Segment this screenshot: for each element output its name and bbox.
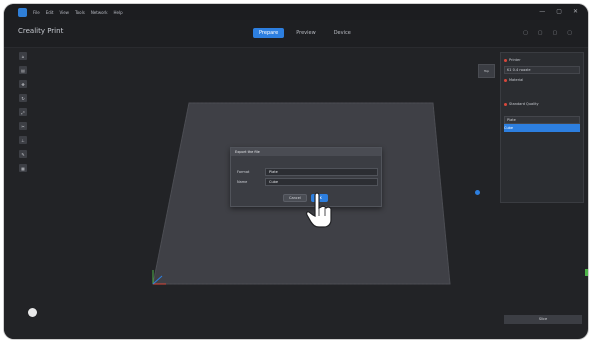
tab-device[interactable]: Device <box>328 28 357 38</box>
window-controls: — ▢ ✕ <box>539 8 578 16</box>
material-icon <box>504 78 507 82</box>
top-tool-icon[interactable]: ▢ <box>523 30 528 36</box>
tab-prepare[interactable]: Prepare <box>253 28 285 38</box>
menu-item-tools[interactable]: Tools <box>75 10 85 15</box>
app-logo-icon <box>18 7 27 17</box>
object-name-selected: Cube <box>504 126 514 130</box>
gizmo-dot[interactable] <box>475 190 480 195</box>
app-window: File Edit View Tools Network Help — ▢ ✕ … <box>4 4 588 339</box>
name-label: Name <box>237 180 248 184</box>
minimize-button[interactable]: — <box>539 8 545 16</box>
material-label: Material <box>509 78 524 82</box>
printer-row[interactable]: Printer <box>504 56 580 64</box>
cancel-button[interactable]: Cancel <box>283 194 307 202</box>
menu-bar: File Edit View Tools Network Help <box>33 10 123 15</box>
slice-button[interactable]: Slice <box>504 315 582 324</box>
top-tool-icon[interactable]: ▢ <box>538 30 543 36</box>
tab-preview[interactable]: Preview <box>290 28 321 38</box>
printer-select[interactable]: K1 0.4 nozzle <box>504 66 580 74</box>
dialog-title: Export the file <box>231 148 381 156</box>
scale-icon[interactable]: ⤢ <box>19 108 27 116</box>
top-tool-icon[interactable]: ▢ <box>553 30 558 36</box>
menu-item-help[interactable]: Help <box>114 10 123 15</box>
object-name: Plate <box>504 116 580 124</box>
object-list-item[interactable]: Plate <box>504 116 580 124</box>
support-icon[interactable]: ⊥ <box>19 136 27 144</box>
material-row[interactable]: Material <box>504 76 580 84</box>
format-select[interactable]: Plate <box>265 168 378 176</box>
profile-row[interactable]: Standard Quality <box>504 100 580 108</box>
side-indicator <box>585 269 588 276</box>
profile-icon <box>504 102 507 106</box>
title-bar: File Edit View Tools Network Help — ▢ ✕ <box>4 4 588 20</box>
object-list-item-selected[interactable]: Cube <box>504 124 580 132</box>
home-icon[interactable]: ⌂ <box>19 52 27 60</box>
move-icon[interactable]: ✥ <box>19 80 27 88</box>
rotate-icon[interactable]: ↻ <box>19 94 27 102</box>
printer-label: Printer <box>509 58 521 62</box>
paint-icon[interactable]: ✎ <box>19 150 27 158</box>
help-icon[interactable] <box>28 308 37 317</box>
top-right-tools: ▢ ▢ ▢ ▢ <box>523 30 572 36</box>
top-navbar: Creality Print Prepare Preview Device ▢ … <box>4 20 588 48</box>
menu-item-edit[interactable]: Edit <box>46 10 54 15</box>
hand-cursor-icon <box>306 192 332 228</box>
name-input[interactable]: Cube <box>265 178 378 186</box>
menu-item-network[interactable]: Network <box>91 10 108 15</box>
settings-panel: Printer K1 0.4 nozzle Material Standard … <box>500 52 584 203</box>
profile-label: Standard Quality <box>509 102 539 106</box>
maximize-button[interactable]: ▢ <box>556 8 562 16</box>
close-button[interactable]: ✕ <box>573 8 578 16</box>
format-label: Format <box>237 170 250 174</box>
menu-item-view[interactable]: View <box>59 10 69 15</box>
menu-item-file[interactable]: File <box>33 10 40 15</box>
mode-tabs: Prepare Preview Device <box>253 28 357 38</box>
printer-select-row[interactable]: K1 0.4 nozzle <box>504 66 580 74</box>
view-cube[interactable]: Top <box>478 64 495 78</box>
printer-icon <box>504 58 507 62</box>
layout-icon[interactable]: ▦ <box>19 164 27 172</box>
dialog-name-row: Name Cube <box>237 178 378 186</box>
left-toolbar: ⌂ ▤ ✥ ↻ ⤢ ✂ ⊥ ✎ ▦ <box>16 52 30 192</box>
cut-icon[interactable]: ✂ <box>19 122 27 130</box>
import-icon[interactable]: ▤ <box>19 66 27 74</box>
top-tool-icon[interactable]: ▢ <box>567 30 572 36</box>
brand-title: Creality Print <box>18 27 64 35</box>
dialog-format-row: Format Plate <box>237 168 378 176</box>
